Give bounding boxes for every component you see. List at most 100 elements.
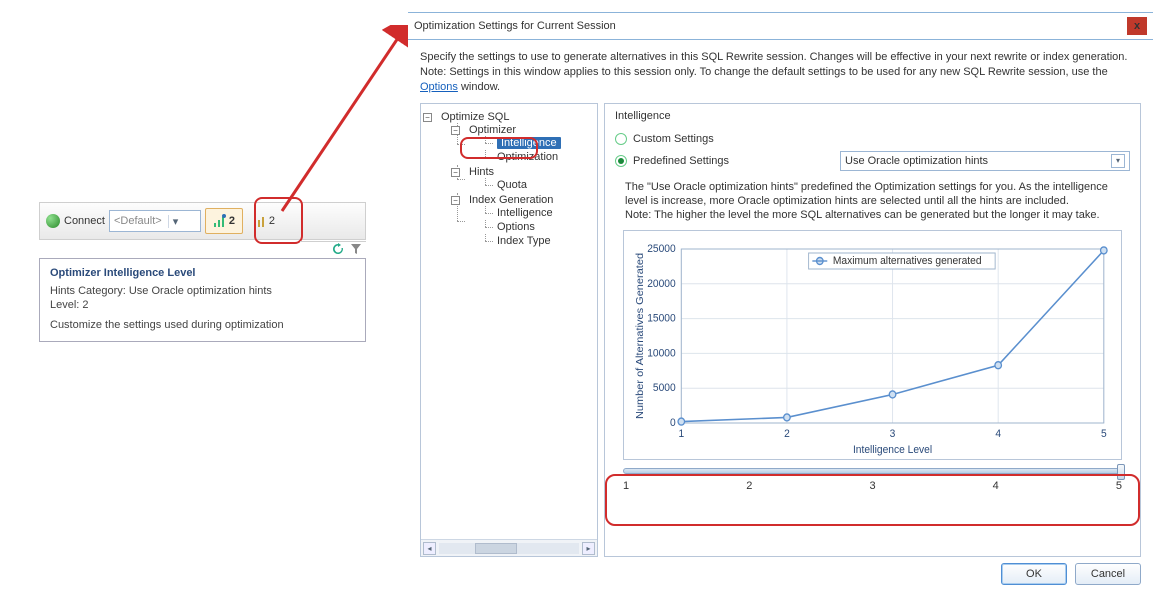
svg-text:15000: 15000 (647, 313, 676, 325)
ok-button[interactable]: OK (1001, 563, 1067, 585)
tree-label: Hints (469, 166, 494, 178)
radio-icon (615, 133, 627, 145)
chevron-down-icon: ▾ (168, 215, 179, 228)
tree-node-hints[interactable]: − Hints Quota (455, 165, 593, 193)
predefined-select[interactable]: Use Oracle optimization hints ▾ (840, 151, 1130, 171)
slider-tick: 1 (623, 480, 629, 492)
tooltip-line: Level: 2 (50, 299, 355, 311)
tooltip-line: Hints Category: Use Oracle optimization … (50, 285, 355, 297)
scroll-left-icon[interactable]: ◂ (423, 542, 436, 555)
slider-tick: 5 (1116, 480, 1122, 492)
radio-icon (615, 155, 627, 167)
tooltip-panel: Optimizer Intelligence Level Hints Categ… (39, 258, 366, 342)
button-label: OK (1026, 568, 1042, 580)
tree-node-ig-indextype[interactable]: Index Type (483, 234, 593, 248)
panel-heading: Intelligence (615, 110, 1130, 122)
tooltip-line: Customize the settings used during optim… (50, 319, 355, 331)
svg-text:Maximum alternatives generated: Maximum alternatives generated (833, 255, 982, 267)
collapse-icon[interactable]: − (423, 113, 432, 122)
connect-icon (46, 214, 60, 228)
close-icon: x (1134, 21, 1140, 32)
dialog-title: Optimization Settings for Current Sessio… (414, 20, 616, 32)
slider-tick: 4 (993, 480, 999, 492)
radio-label: Custom Settings (633, 133, 714, 145)
options-link[interactable]: Options (420, 81, 458, 93)
tree-label: Options (497, 221, 535, 233)
tree-node-ig-intelligence[interactable]: Intelligence (483, 206, 593, 220)
tree-label: Optimization (497, 151, 558, 163)
tree-node-optimization[interactable]: Optimization (483, 150, 593, 164)
tree-label: Intelligence (497, 207, 553, 219)
tree-node-quota[interactable]: Quota (483, 178, 593, 192)
radio-predefined-settings[interactable]: Predefined Settings Use Oracle optimizat… (615, 151, 1130, 171)
tree-label: Optimizer (469, 124, 516, 136)
select-value: Use Oracle optimization hints (845, 155, 988, 167)
tree-label: Quota (497, 179, 527, 191)
cancel-button[interactable]: Cancel (1075, 563, 1141, 585)
svg-text:25000: 25000 (647, 243, 676, 255)
slider-track[interactable] (623, 468, 1122, 474)
slider-thumb[interactable] (1117, 464, 1125, 480)
radio-label: Predefined Settings (633, 155, 729, 167)
tree-node-intelligence[interactable]: Intelligence (483, 136, 593, 150)
close-button[interactable]: x (1127, 17, 1147, 35)
svg-text:20000: 20000 (647, 278, 676, 290)
nav-tree[interactable]: − Optimize SQL − Optimizer Intelligence (421, 104, 597, 539)
predefined-description: The "Use Oracle optimization hints" pred… (625, 180, 1120, 223)
svg-text:2: 2 (784, 428, 790, 440)
connect-label[interactable]: Connect (64, 215, 105, 227)
intro-line: Specify the settings to use to generate … (420, 51, 1127, 63)
intelligence-level-value: 2 (229, 215, 235, 227)
collapse-icon[interactable]: − (451, 168, 460, 177)
secondary-level-button[interactable]: 2 (247, 208, 281, 234)
intelligence-level-button[interactable]: 2 (205, 208, 243, 234)
bar-levels-icon (253, 214, 267, 228)
scroll-right-icon[interactable]: ▸ (582, 542, 595, 555)
refresh-icon[interactable] (332, 243, 344, 255)
connection-combo[interactable]: <Default> ▾ (109, 210, 201, 232)
secondary-level-value: 2 (269, 215, 275, 227)
scroll-thumb[interactable] (475, 543, 517, 554)
radio-custom-settings[interactable]: Custom Settings (615, 133, 1130, 145)
desc-line: The "Use Oracle optimization hints" pred… (625, 181, 1108, 207)
tree-node-indexgen[interactable]: − Index Generation Intelligence Options … (455, 193, 593, 249)
button-label: Cancel (1091, 568, 1125, 580)
slider-tick: 2 (746, 480, 752, 492)
settings-panel: Intelligence Custom Settings Predefined … (604, 103, 1141, 557)
settings-dialog: Optimization Settings for Current Sessio… (408, 12, 1153, 592)
svg-text:1: 1 (678, 428, 684, 440)
intro-line: Note: Settings in this window applies to… (420, 66, 1108, 78)
svg-text:5000: 5000 (653, 382, 676, 394)
svg-text:0: 0 (670, 417, 676, 429)
desc-line: Note: The higher the level the more SQL … (625, 209, 1100, 221)
chevron-down-icon: ▾ (1111, 154, 1125, 168)
svg-text:10000: 10000 (647, 348, 676, 360)
tree-node-root[interactable]: − Optimize SQL − Optimizer Intelligence (427, 110, 593, 250)
tooltip-title: Optimizer Intelligence Level (50, 267, 355, 279)
tree-label: Optimize SQL (441, 111, 509, 123)
toolbar-stub-row (300, 241, 366, 257)
svg-text:4: 4 (995, 428, 1001, 440)
svg-text:5: 5 (1101, 428, 1107, 440)
tree-horizontal-scrollbar[interactable]: ◂ ▸ (421, 539, 597, 556)
filter-icon[interactable] (350, 243, 362, 255)
intelligence-chart: 050001000015000200002500012345Intelligen… (623, 230, 1122, 460)
tree-node-optimizer[interactable]: − Optimizer Intelligence Optimization (455, 123, 593, 165)
tree-label-selected: Intelligence (497, 137, 561, 149)
dialog-titlebar: Optimization Settings for Current Sessio… (408, 13, 1153, 40)
scroll-track[interactable] (439, 543, 579, 554)
tree-label: Index Type (497, 235, 551, 247)
intro-line: window. (458, 81, 500, 93)
dialog-button-row: OK Cancel (420, 563, 1141, 585)
dialog-intro: Specify the settings to use to generate … (420, 50, 1141, 95)
tree-node-ig-options[interactable]: Options (483, 220, 593, 234)
main-toolbar: Connect <Default> ▾ 2 2 (39, 202, 366, 240)
intelligence-slider[interactable]: 1 2 3 4 5 (623, 468, 1122, 494)
collapse-icon[interactable]: − (451, 196, 460, 205)
svg-text:3: 3 (890, 428, 896, 440)
nav-tree-panel: − Optimize SQL − Optimizer Intelligence (420, 103, 598, 557)
svg-text:Number of Alternatives Generat: Number of Alternatives Generated (634, 253, 646, 419)
slider-tick: 3 (869, 480, 875, 492)
collapse-icon[interactable]: − (451, 126, 460, 135)
slider-tick-labels: 1 2 3 4 5 (623, 480, 1122, 492)
